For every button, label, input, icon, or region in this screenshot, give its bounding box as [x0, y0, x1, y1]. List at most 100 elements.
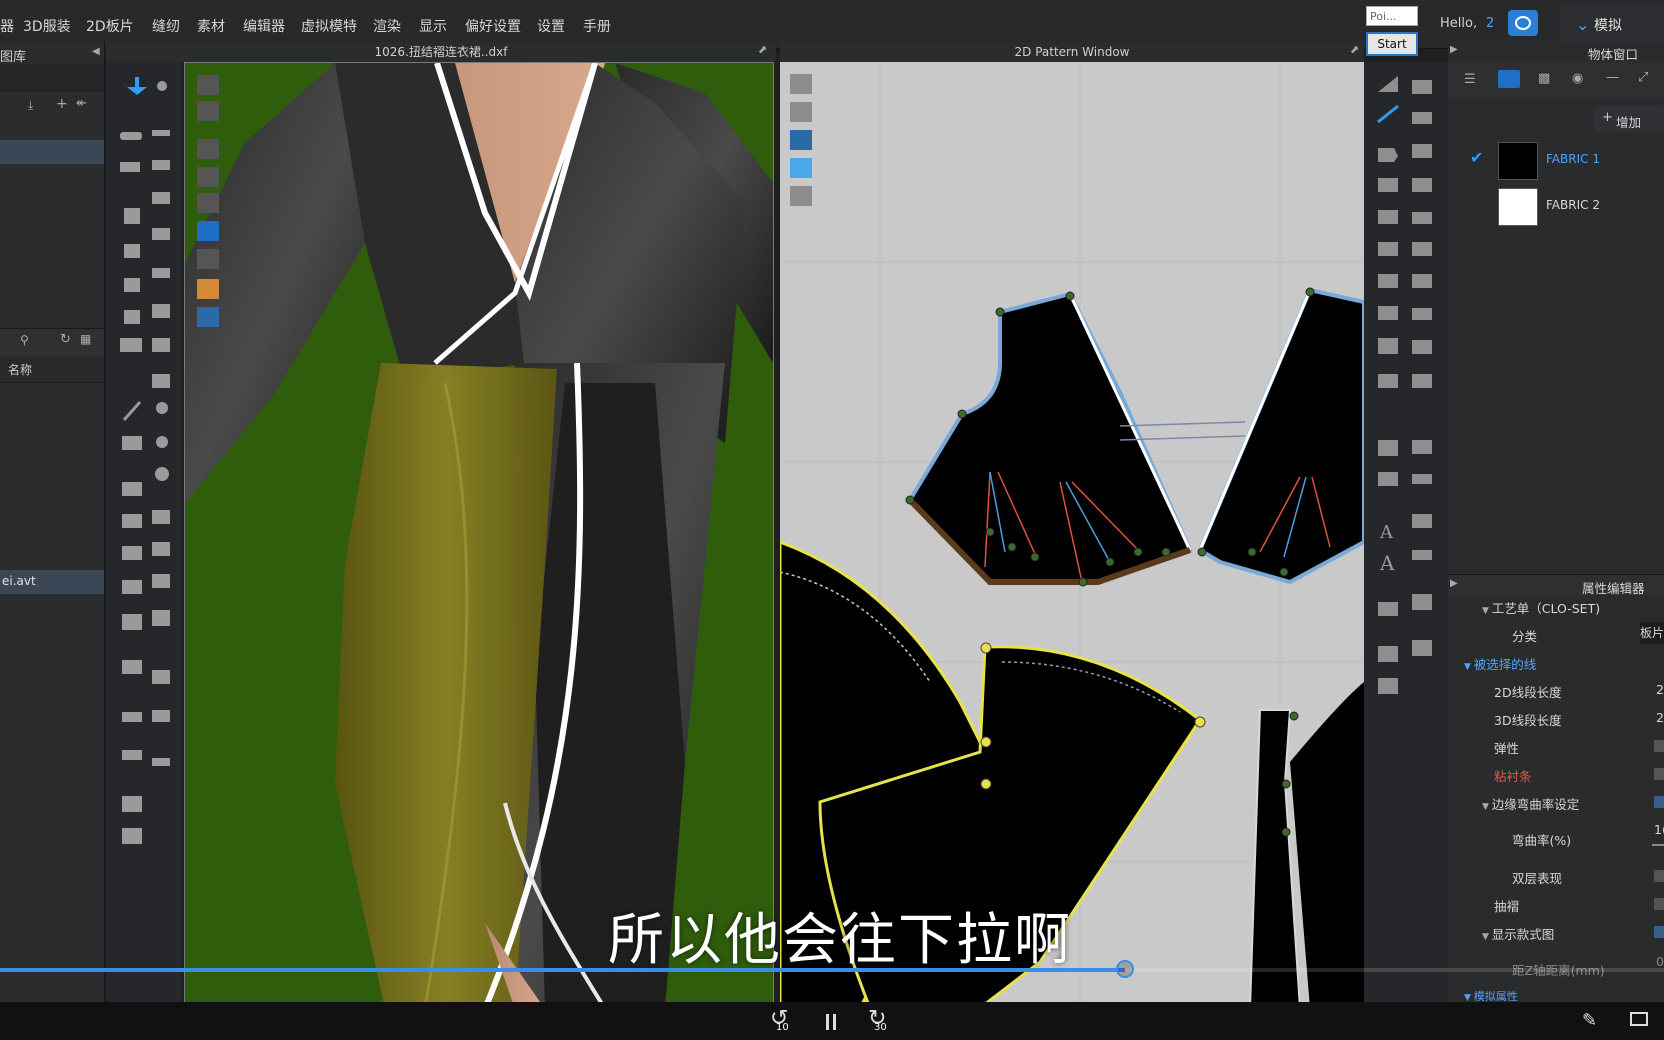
- prop-show-style[interactable]: ▼ 显示款式图: [1482, 924, 1554, 943]
- plus-icon: +: [1602, 110, 1613, 125]
- triangle-down-icon: ▼: [1482, 802, 1492, 812]
- menu-sewing[interactable]: 缝纫: [152, 16, 180, 36]
- library-selected-folder[interactable]: [0, 140, 104, 164]
- pen-icon[interactable]: ✎: [1582, 1010, 1597, 1031]
- triangle-down-icon: ▼: [1464, 662, 1474, 672]
- library-path-field[interactable]: [0, 64, 104, 92]
- edge-curvature-checkbox[interactable]: [1654, 796, 1664, 808]
- toolbar-3d: [106, 62, 182, 1002]
- prop-2d-length-value[interactable]: 2: [1656, 682, 1664, 697]
- simulate-button[interactable]: ⌄ 模拟: [1560, 6, 1664, 42]
- property-editor-title: 属性编辑器: [1582, 581, 1645, 596]
- object-window-title: 物体窗口: [1588, 47, 1639, 62]
- panel-collapse-icon[interactable]: ◀: [92, 46, 100, 57]
- user-count: 2: [1486, 16, 1495, 31]
- forward-button[interactable]: ↻ 30: [866, 1006, 896, 1036]
- line-icon[interactable]: —: [1606, 70, 1619, 85]
- pause-button[interactable]: [822, 1010, 842, 1034]
- 3d-viewport[interactable]: [184, 62, 774, 1010]
- object-tab-bar: ☰ ▩ ◉ — ⤢: [1448, 62, 1664, 98]
- property-editor-header: ▶ 属性编辑器: [1448, 574, 1664, 596]
- refresh-icon[interactable]: ↻: [60, 332, 71, 347]
- elastic-checkbox[interactable]: [1654, 740, 1664, 752]
- prop-techpack[interactable]: ▼ 工艺单（CLO-SET): [1482, 598, 1600, 617]
- library-list-header: 名称: [0, 356, 104, 383]
- back-icon[interactable]: ↞: [76, 96, 87, 111]
- add-fabric-label: 增加: [1616, 115, 1642, 130]
- 2d-view-toolbar[interactable]: [788, 72, 816, 232]
- fabric-name: FABRIC 1: [1546, 152, 1600, 166]
- 2d-pattern-pieces[interactable]: [780, 62, 1364, 1008]
- menu-2d-pattern[interactable]: 2D板片: [86, 16, 134, 36]
- prop-curvature-percent: 弯曲率(%): [1512, 833, 1572, 848]
- screen-icon[interactable]: [1630, 1012, 1648, 1026]
- menu-display[interactable]: 显示: [419, 16, 447, 36]
- show-style-checkbox[interactable]: [1654, 926, 1664, 938]
- hello-label: Hello,: [1440, 16, 1478, 31]
- grid-view-icon[interactable]: ▦: [80, 332, 91, 346]
- download-icon[interactable]: ⤓: [28, 98, 33, 113]
- fabric-tab-icon[interactable]: [1498, 70, 1520, 88]
- popup-field[interactable]: Poi...: [1366, 6, 1418, 26]
- toolbar-3d-icons[interactable]: [106, 62, 182, 862]
- prop-3d-length: 3D线段长度: [1494, 713, 1562, 728]
- 3d-view-toolbar[interactable]: [195, 73, 223, 343]
- panel-expand-icon[interactable]: ▶: [1450, 44, 1458, 55]
- z-distance-value[interactable]: 0: [1656, 954, 1664, 969]
- shirring-checkbox[interactable]: [1654, 898, 1664, 910]
- prop-double-layer: 双层表现: [1512, 871, 1563, 886]
- toolbar-2d-icons[interactable]: A A: [1364, 62, 1448, 762]
- 3d-garment-render[interactable]: [185, 63, 773, 1009]
- prop-elastic: 弹性: [1494, 741, 1520, 756]
- search-icon[interactable]: ⚲: [20, 333, 29, 347]
- tape-checkbox[interactable]: [1654, 768, 1664, 780]
- add-icon[interactable]: +: [56, 96, 68, 112]
- add-fabric-button[interactable]: + 增加: [1594, 106, 1664, 132]
- rewind-button[interactable]: ↺ 10: [768, 1006, 798, 1036]
- button-icon[interactable]: ◉: [1572, 71, 1583, 86]
- prop-shirring: 抽褶: [1494, 899, 1520, 914]
- list-icon[interactable]: ☰: [1464, 72, 1476, 87]
- fabric-row[interactable]: FABRIC 2: [1448, 184, 1664, 228]
- start-button[interactable]: Start: [1366, 32, 1418, 56]
- rewind-seconds: 10: [776, 1022, 789, 1033]
- prop-3d-length-value[interactable]: 2: [1656, 710, 1664, 725]
- check-icon: ✔: [1470, 148, 1484, 167]
- video-subtitle: 所以他会往下拉啊: [608, 908, 1072, 973]
- measure-icon[interactable]: ⤢: [1638, 70, 1648, 85]
- curvature-value[interactable]: 1(: [1654, 822, 1664, 837]
- menu-avatar[interactable]: 虚拟模特: [301, 16, 357, 36]
- menu-manual[interactable]: 手册: [583, 16, 611, 36]
- category-dropdown[interactable]: 板片: [1640, 622, 1664, 644]
- prop-2d-length: 2D线段长度: [1494, 685, 1562, 700]
- simulate-label: 模拟: [1594, 18, 1622, 34]
- prop-selected-line[interactable]: ▼ 被选择的线: [1464, 654, 1536, 673]
- menu-material[interactable]: 素材: [197, 16, 225, 36]
- prop-category: 分类: [1512, 629, 1538, 644]
- name-column-header: 名称: [8, 363, 33, 377]
- menu-settings[interactable]: 设置: [537, 16, 565, 36]
- library-file-row[interactable]: ei.avt: [0, 570, 104, 594]
- triangle-down-icon: ▼: [1482, 606, 1492, 616]
- prop-edge-curvature[interactable]: ▼ 边缘弯曲率设定: [1482, 794, 1579, 813]
- curvature-slider[interactable]: [1652, 844, 1664, 846]
- menu-editor[interactable]: 编辑器: [243, 16, 285, 36]
- library-toolbar: ⚲ ↻ ▦: [0, 328, 104, 355]
- maximize-3d-icon[interactable]: ⬈: [758, 43, 767, 56]
- texture-icon[interactable]: ▩: [1538, 71, 1550, 86]
- svg-text:A: A: [1379, 522, 1394, 543]
- 2d-pattern-viewport[interactable]: [780, 62, 1364, 1008]
- cloud-button[interactable]: [1508, 10, 1538, 36]
- menu-preferences[interactable]: 偏好设置: [465, 16, 521, 36]
- fabric-name: FABRIC 2: [1546, 198, 1600, 212]
- toolbar-2d: A A: [1364, 62, 1448, 1002]
- menu-3d-garment[interactable]: 3D服装: [23, 16, 71, 36]
- menu-partial-item[interactable]: 器: [0, 16, 14, 36]
- file-name: ei.avt: [2, 574, 36, 588]
- maximize-2d-icon[interactable]: ⬈: [1350, 43, 1359, 56]
- menu-render[interactable]: 渲染: [373, 16, 401, 36]
- double-layer-checkbox[interactable]: [1654, 870, 1664, 882]
- svg-text:A: A: [1379, 551, 1395, 575]
- fabric-row[interactable]: ✔ FABRIC 1: [1448, 138, 1664, 182]
- panel-expand-icon[interactable]: ▶: [1450, 578, 1458, 589]
